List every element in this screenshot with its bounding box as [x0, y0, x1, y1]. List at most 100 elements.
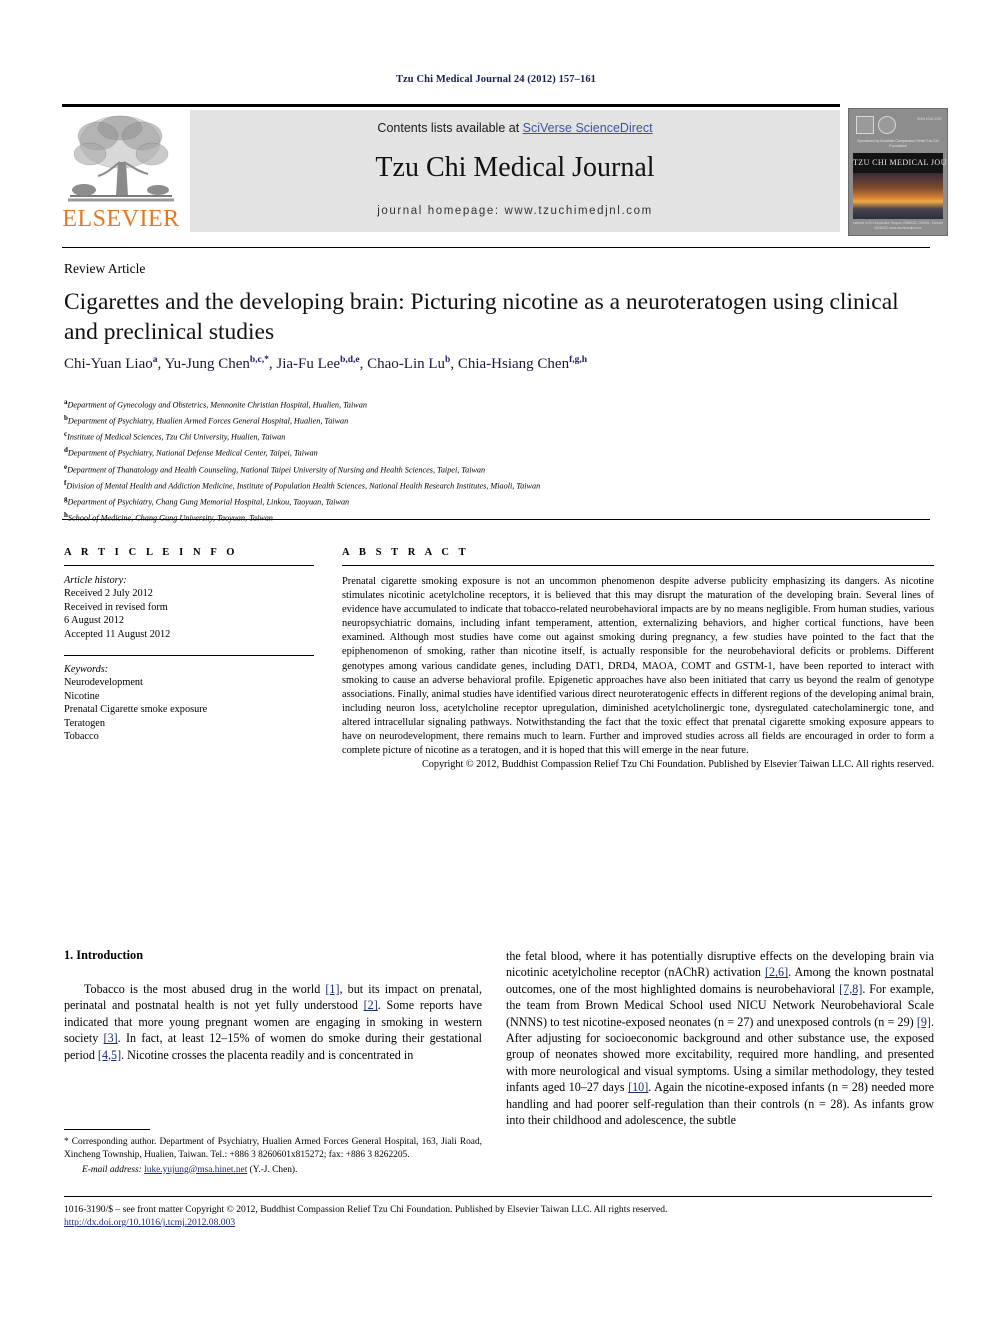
cover-issn: ISSN 1016-3190 — [916, 117, 942, 121]
body-column-left: 1. Introduction Tobacco is the most abus… — [64, 948, 482, 1063]
history-items: Received 2 July 2012 Received in revised … — [64, 587, 314, 641]
affiliation-item: eDepartment of Thanatology and Health Co… — [64, 462, 486, 475]
article-history-item: 6 August 2012 — [64, 615, 125, 627]
author-name: Chao-Lin Lu — [367, 356, 446, 372]
article-info-heading: A R T I C L E I N F O — [64, 547, 239, 558]
citation-reference[interactable]: [2] — [364, 998, 378, 1012]
abstract-copyright: Copyright © 2012, Buddhist Compassion Re… — [421, 759, 934, 771]
front-matter-note: 1016-3190/$ – see front matter Copyright… — [64, 1203, 944, 1229]
citation-reference[interactable]: [4,5] — [98, 1048, 121, 1062]
elsevier-logo: ELSEVIER — [62, 110, 180, 234]
affiliation-item: dDepartment of Psychiatry, National Defe… — [64, 446, 318, 459]
journal-cover-thumbnail[interactable]: ISSN 1016-3190 Sponsored by Buddhist Com… — [848, 108, 948, 236]
citation-reference[interactable]: [10] — [628, 1080, 648, 1094]
article-type: Review Article — [64, 261, 146, 276]
author-name: Chia-Hsiang Chen — [457, 356, 570, 372]
citation-reference[interactable]: [9] — [917, 1015, 931, 1029]
keyword-item: Neurodevelopment — [64, 677, 143, 689]
cover-journal-name: TZU CHI MEDICAL JOURNAL — [853, 153, 947, 173]
bottom-separator-rule — [64, 1196, 932, 1197]
author-affiliation-mark: f,g,h — [569, 355, 588, 365]
author-list: Chi-Yuan Liaoa, Yu-Jung Chenb,c,*, Jia-F… — [64, 355, 588, 372]
keyword-item: Tobacco — [64, 731, 99, 743]
keywords-block: Keywords: Neurodevelopment Nicotine Prenat… — [64, 663, 314, 743]
article-history-item: Received in revised form — [64, 601, 168, 613]
body-column-right: the fetal blood, where it has potentiall… — [506, 948, 934, 1128]
contents-prefix: Contents lists available at — [377, 121, 523, 135]
author-affiliation-mark: b,d,e — [340, 355, 360, 365]
keyword-item: Teratogen — [64, 717, 106, 729]
author-affiliation-mark: a — [152, 355, 158, 365]
intro-paragraph-right: the fetal blood, where it has potentiall… — [506, 949, 934, 1128]
affiliation-item: aDepartment of Gynecology and Obstetrics… — [64, 398, 367, 410]
affiliation-mark: b — [64, 414, 68, 423]
citation-reference[interactable]: [1] — [325, 982, 339, 996]
affiliation-mark: a — [64, 398, 68, 406]
front-matter-text: 1016-3190/$ – see front matter Copyright… — [64, 1204, 668, 1215]
corresponding-author-text: * Corresponding author. Department of Ps… — [64, 1137, 482, 1160]
affiliation-item: bDepartment of Psychiatry, Hualien Armed… — [64, 414, 349, 426]
masthead-top-rule — [62, 104, 840, 107]
affiliation-mark: h — [64, 510, 68, 519]
cover-photo — [853, 173, 943, 219]
keyword-item: Nicotine — [64, 690, 100, 702]
contents-available-line: Contents lists available at SciVerse Sci… — [190, 121, 840, 135]
abstract-column: A B S T R A C T Prenatal cigarette smoki… — [342, 547, 934, 772]
affiliation-item: cInstitute of Medical Sciences, Tzu Chi … — [64, 430, 286, 443]
keywords-rule — [64, 655, 314, 657]
article-history-block: Article history: Received 2 July 2012 Rec… — [64, 574, 314, 641]
affiliation-mark: f — [64, 478, 67, 487]
affiliation-mark: g — [64, 494, 68, 503]
journal-masthead: ELSEVIER Contents lists available at Sci… — [62, 104, 948, 236]
citation-reference[interactable]: [2,6] — [765, 965, 788, 979]
author-affiliation-mark: b,c,* — [249, 355, 269, 365]
elsevier-tree-icon — [68, 110, 174, 208]
doi-link[interactable]: http://dx.doi.org/10.1016/j.tcmj.2012.08… — [64, 1216, 944, 1229]
abstract-text: Prenatal cigarette smoking exposure is n… — [342, 576, 934, 757]
affiliation-item: hSchool of Medicine, Chang Gung Universi… — [64, 509, 936, 525]
footnote-separator-rule — [64, 1129, 150, 1130]
abstract-heading: A B S T R A C T — [342, 547, 470, 558]
cover-seal-icon-left — [856, 116, 874, 134]
title-separator-rule — [62, 247, 930, 248]
cover-footer: Indexed in SCI-Expanded, Scopus, EMBASE,… — [852, 221, 944, 230]
keyword-items: Neurodevelopment Nicotine Prenatal Cigaret… — [64, 676, 314, 743]
abstract-rule — [342, 565, 934, 566]
keywords-label: Keywords: — [64, 664, 109, 676]
cover-subtitle: Sponsored by Buddhist Compassion Relief … — [857, 139, 939, 148]
citation-reference[interactable]: [3] — [104, 1031, 118, 1045]
running-head: Tzu Chi Medical Journal 24 (2012) 157–16… — [395, 74, 597, 85]
article-history-item: Accepted 11 August 2012 — [64, 628, 171, 640]
article-info-column: A R T I C L E I N F O Article history: R… — [64, 547, 314, 743]
cover-seal-icon-right — [878, 116, 896, 134]
journal-article-page: Tzu Chi Medical Journal 24 (2012) 157–16… — [0, 0, 992, 1323]
elsevier-wordmark: ELSEVIER — [62, 206, 180, 232]
affiliation-mark: d — [64, 446, 68, 455]
email-line: E-mail address: luke.yujung@msa.hinet.ne… — [64, 1164, 482, 1177]
sciencedirect-link[interactable]: SciVerse ScienceDirect — [523, 121, 653, 135]
journal-title: Tzu Chi Medical Journal — [375, 152, 655, 183]
affiliation-mark: c — [64, 430, 68, 439]
page-title: Cigarettes and the developing brain: Pic… — [64, 289, 899, 345]
author-name: Jia-Fu Lee — [276, 356, 341, 372]
cover-topbar: ISSN 1016-3190 — [854, 114, 942, 136]
author-name: Chi-Yuan Liao — [64, 356, 153, 372]
keyword-item: Prenatal Cigarette smoke exposure — [64, 704, 208, 716]
author-name: Yu-Jung Chen — [164, 356, 250, 372]
author-affiliation-mark: b — [445, 355, 451, 365]
intro-paragraph-left: Tobacco is the most abused drug in the w… — [64, 982, 482, 1062]
email-suffix: (Y.-J. Chen). — [249, 1164, 298, 1175]
article-history-item: Received 2 July 2012 — [64, 588, 153, 600]
email-link[interactable]: luke.yujung@msa.hinet.net — [144, 1165, 247, 1175]
journal-band: Contents lists available at SciVerse Sci… — [190, 110, 840, 232]
corresponding-author-footnote: * Corresponding author. Department of Ps… — [64, 1136, 482, 1176]
article-info-rule — [64, 565, 314, 566]
section-heading-introduction: 1. Introduction — [64, 948, 144, 962]
affiliation-item: fDivision of Mental Health and Addiction… — [64, 478, 541, 491]
article-history-label: Article history: — [64, 575, 127, 586]
affiliation-mark: e — [64, 462, 68, 471]
citation-reference[interactable]: [7,8] — [839, 982, 862, 996]
email-label: E-mail address: — [82, 1164, 142, 1175]
abstract-separator-rule — [62, 519, 930, 520]
journal-homepage[interactable]: journal homepage: www.tzuchimedjnl.com — [190, 205, 840, 217]
